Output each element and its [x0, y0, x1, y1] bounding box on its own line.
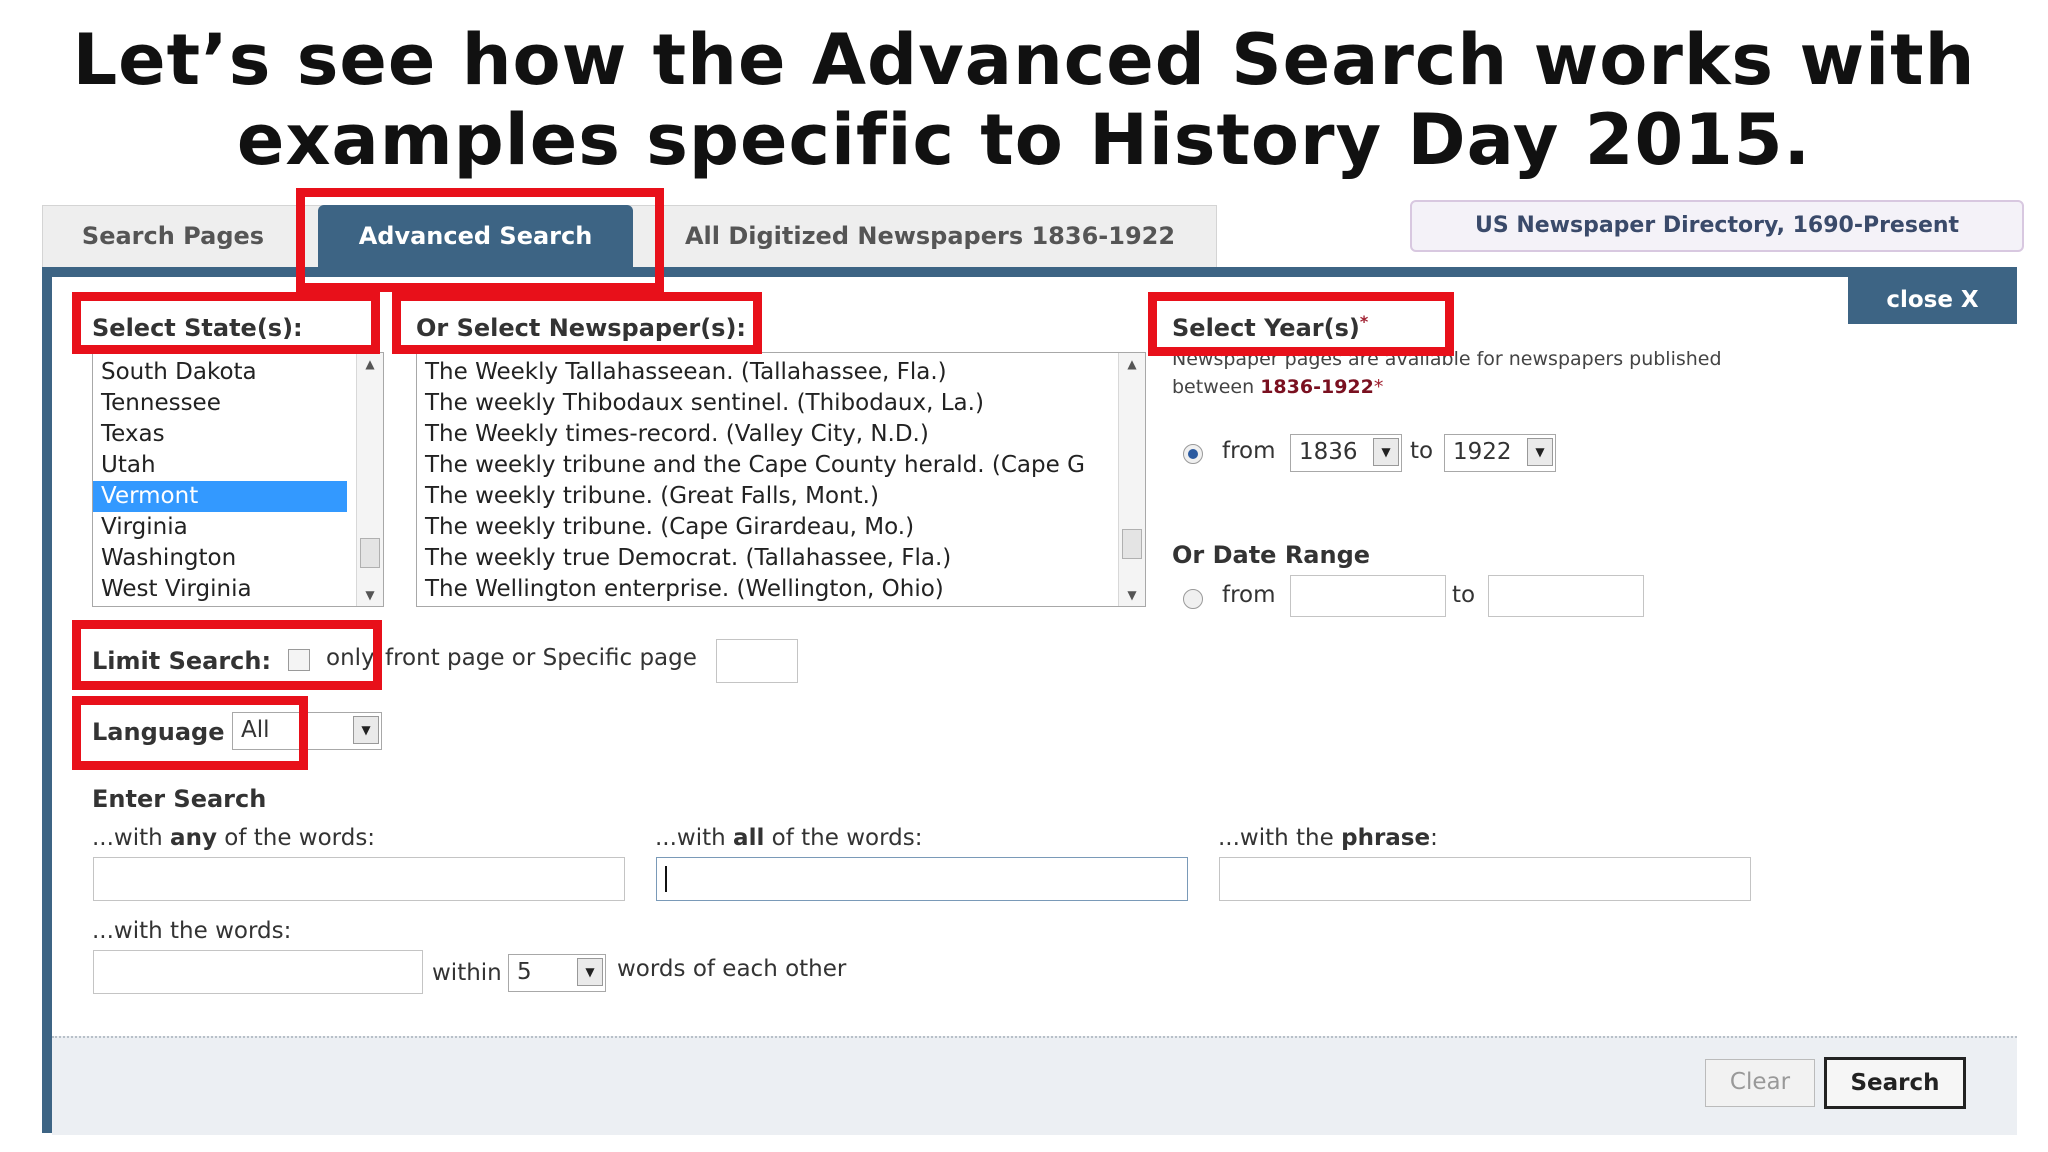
- any-words-prefix: ...with: [92, 825, 171, 851]
- state-option[interactable]: Tennessee: [93, 388, 383, 419]
- state-option[interactable]: Utah: [93, 450, 383, 481]
- dropdown-arrow-icon[interactable]: ▼: [577, 958, 603, 986]
- newspapers-scrollbar[interactable]: ▲ ▼: [1118, 353, 1145, 606]
- search-button[interactable]: Search: [1824, 1057, 1966, 1109]
- proximity-words-input[interactable]: [93, 950, 423, 994]
- years-note-line-2: between 1836-1922*: [1172, 376, 1383, 398]
- years-note-range: 1836-1922: [1260, 376, 1374, 398]
- close-button[interactable]: close X: [1848, 277, 2017, 324]
- date-range-label: Or Date Range: [1172, 541, 1371, 569]
- within-select[interactable]: 5 ▼: [508, 954, 606, 992]
- newspaper-option[interactable]: The weekly tribune. (Cape Girardeau, Mo.…: [417, 512, 1115, 543]
- all-words-suffix: of the words:: [764, 825, 923, 851]
- phrase-label: ...with the phrase:: [1218, 825, 1438, 851]
- text-cursor: [665, 866, 667, 892]
- state-option-selected[interactable]: Vermont: [93, 481, 347, 512]
- highlight-language: [72, 696, 308, 770]
- scrollbar-thumb[interactable]: [1122, 529, 1142, 559]
- date-from-label: from: [1222, 582, 1276, 608]
- any-words-bold: any: [170, 825, 217, 851]
- newspaper-option[interactable]: The weekly tribune and the Cape County h…: [417, 450, 1115, 481]
- year-from-label: from: [1222, 438, 1276, 464]
- date-range-radio[interactable]: [1183, 589, 1203, 609]
- states-scrollbar[interactable]: ▲ ▼: [356, 353, 383, 606]
- phrase-prefix: ...with the: [1218, 825, 1342, 851]
- all-words-label: ...with all of the words:: [655, 825, 922, 851]
- year-to-label: to: [1410, 438, 1434, 464]
- scrollbar-thumb[interactable]: [360, 538, 380, 568]
- highlight-select-newspapers: [392, 292, 762, 354]
- all-words-bold: all: [733, 825, 765, 851]
- dropdown-arrow-icon[interactable]: ▼: [1373, 438, 1399, 466]
- date-from-input[interactable]: [1290, 575, 1446, 617]
- scroll-down-arrow-icon[interactable]: ▼: [1119, 584, 1145, 606]
- newspaper-option[interactable]: The Wellington enterprise. (Wellington, …: [417, 574, 1115, 605]
- clear-button[interactable]: Clear: [1705, 1059, 1815, 1107]
- state-option[interactable]: Virginia: [93, 512, 383, 543]
- tab-all-digitized-newspapers[interactable]: All Digitized Newspapers 1836-1922: [650, 205, 1210, 267]
- years-note-asterisk: *: [1373, 376, 1384, 398]
- any-words-input[interactable]: [93, 857, 625, 901]
- all-words-prefix: ...with: [655, 825, 734, 851]
- scroll-up-arrow-icon[interactable]: ▲: [357, 353, 383, 375]
- scroll-down-arrow-icon[interactable]: ▼: [357, 584, 383, 606]
- phrase-bold: phrase: [1341, 825, 1431, 851]
- newspaper-option[interactable]: The weekly Thibodaux sentinel. (Thibodau…: [417, 388, 1115, 419]
- all-words-input[interactable]: [656, 857, 1188, 901]
- dropdown-arrow-icon[interactable]: ▼: [353, 716, 379, 744]
- proximity-words-label: ...with the words:: [92, 918, 292, 944]
- within-label: within: [432, 960, 502, 986]
- newspaper-option[interactable]: The Weekly Tallahasseean. (Tallahassee, …: [417, 357, 1115, 388]
- limit-front-page-label: front page or Specific page: [385, 645, 697, 671]
- states-listbox[interactable]: South Dakota Tennessee Texas Utah Vermon…: [92, 352, 384, 607]
- newspapers-listbox[interactable]: The Weekly Tallahasseean. (Tallahassee, …: [416, 352, 1146, 607]
- state-option[interactable]: Washington: [93, 543, 383, 574]
- headline-line-2: examples specific to History Day 2015.: [236, 99, 1812, 181]
- state-option[interactable]: Texas: [93, 419, 383, 450]
- year-to-select[interactable]: 1922 ▼: [1444, 434, 1556, 472]
- date-to-input[interactable]: [1488, 575, 1644, 617]
- highlight-advanced-search-tab: [296, 188, 664, 292]
- phrase-suffix: :: [1430, 825, 1438, 851]
- headline-line-1: Let’s see how the Advanced Search works …: [72, 19, 1976, 101]
- newspaper-option[interactable]: The Weekly times-record. (Valley City, N…: [417, 419, 1115, 450]
- year-range-radio[interactable]: [1183, 444, 1203, 464]
- highlight-limit-search: [72, 620, 382, 690]
- year-from-value: 1836: [1299, 439, 1358, 465]
- within-value: 5: [517, 959, 532, 985]
- state-option[interactable]: West Virginia: [93, 574, 383, 605]
- year-from-select[interactable]: 1836 ▼: [1290, 434, 1402, 472]
- phrase-input[interactable]: [1219, 857, 1751, 901]
- panel-left-border: [42, 267, 52, 1133]
- years-note-prefix: between: [1172, 376, 1261, 398]
- dropdown-arrow-icon[interactable]: ▼: [1527, 438, 1553, 466]
- newspaper-option[interactable]: The weekly true Democrat. (Tallahassee, …: [417, 543, 1115, 574]
- year-to-value: 1922: [1453, 439, 1512, 465]
- us-newspaper-directory-button[interactable]: US Newspaper Directory, 1690-Present: [1410, 200, 2024, 252]
- words-of-each-other-label: words of each other: [617, 956, 847, 982]
- any-words-suffix: of the words:: [216, 825, 376, 851]
- highlight-select-years: [1148, 292, 1454, 356]
- scroll-up-arrow-icon[interactable]: ▲: [1119, 353, 1145, 375]
- specific-page-input[interactable]: [716, 639, 798, 683]
- date-to-label: to: [1452, 582, 1476, 608]
- state-option[interactable]: South Dakota: [93, 357, 383, 388]
- highlight-select-states: [72, 292, 380, 354]
- newspaper-option[interactable]: The weekly tribune. (Great Falls, Mont.): [417, 481, 1115, 512]
- any-words-label: ...with any of the words:: [92, 825, 375, 851]
- tab-search-pages[interactable]: Search Pages: [42, 205, 304, 267]
- enter-search-label: Enter Search: [92, 785, 267, 813]
